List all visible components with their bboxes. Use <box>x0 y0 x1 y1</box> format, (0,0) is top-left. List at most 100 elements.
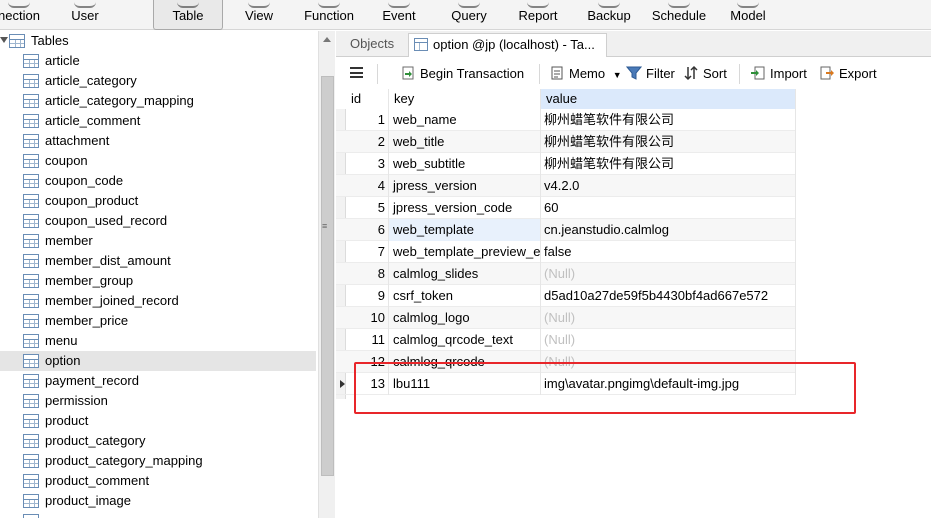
expand-arrow-icon[interactable] <box>0 37 8 43</box>
tree-item-table[interactable]: product_category_mapping <box>0 451 316 471</box>
toolbar-backup-button[interactable]: Backup <box>582 0 636 30</box>
toolbar-report-button[interactable]: Report <box>512 0 564 30</box>
memo-button[interactable]: Memo ▼ <box>549 64 622 84</box>
tree-item-table[interactable]: product_category <box>0 431 316 451</box>
table-row[interactable]: 11 calmlog_qrcode_text (Null) <box>336 329 796 351</box>
tree-item-table[interactable]: permission <box>0 391 316 411</box>
cell-id[interactable]: 1 <box>346 109 389 131</box>
cell-id[interactable]: 4 <box>346 175 389 197</box>
table-row[interactable]: 9 csrf_token d5ad10a27de59f5b4430bf4ad667e… <box>336 285 796 307</box>
cell-key[interactable]: web_name <box>389 109 541 131</box>
toolbar-view-button[interactable]: View <box>236 0 282 30</box>
cell-key[interactable]: web_title <box>389 131 541 153</box>
toolbar-query-button[interactable]: Query <box>446 0 492 30</box>
cell-value[interactable]: cn.jeanstudio.calmlog <box>541 219 796 241</box>
tab-objects[interactable]: Objects <box>342 33 402 57</box>
scroll-up-arrow-icon[interactable] <box>323 37 331 42</box>
column-header-value[interactable]: value <box>541 89 796 109</box>
tree-item-table[interactable]: article <box>0 51 316 71</box>
cell-value[interactable]: (Null) <box>541 329 796 351</box>
cell-id[interactable]: 11 <box>346 329 389 351</box>
tree-item-table[interactable]: member_price <box>0 311 316 331</box>
table-row[interactable]: 7 web_template_preview_en false <box>336 241 796 263</box>
cell-key[interactable]: calmlog_slides <box>389 263 541 285</box>
cell-id[interactable]: 10 <box>346 307 389 329</box>
cell-key[interactable]: calmlog_qrcode_text <box>389 329 541 351</box>
table-row[interactable]: 3 web_subtitle 柳州蜡笔软件有限公司 <box>336 153 796 175</box>
cell-value[interactable]: 柳州蜡笔软件有限公司 <box>541 109 796 131</box>
cell-id[interactable]: 8 <box>346 263 389 285</box>
cell-value[interactable]: (Null) <box>541 263 796 285</box>
tree-item-table[interactable]: article_category <box>0 71 316 91</box>
cell-id[interactable]: 9 <box>346 285 389 307</box>
tree-item-table[interactable]: coupon_code <box>0 171 316 191</box>
table-row[interactable]: 4 jpress_version v4.2.0 <box>336 175 796 197</box>
toolbar-schedule-button[interactable]: Schedule <box>648 0 710 30</box>
tree-item-table[interactable]: option <box>0 351 316 371</box>
tree-item-table[interactable]: coupon_used_record <box>0 211 316 231</box>
tree-item-table[interactable]: product <box>0 411 316 431</box>
cell-value[interactable]: d5ad10a27de59f5b4430bf4ad667e572 <box>541 285 796 307</box>
cell-key[interactable]: calmlog_logo <box>389 307 541 329</box>
table-row[interactable]: 1 web_name 柳州蜡笔软件有限公司 <box>336 109 796 131</box>
sort-button[interactable]: Sort <box>683 64 727 84</box>
navigation-scrollbar[interactable]: ≡ <box>318 31 335 518</box>
import-button[interactable]: Import <box>750 64 807 84</box>
cell-key[interactable]: csrf_token <box>389 285 541 307</box>
cell-value[interactable]: 柳州蜡笔软件有限公司 <box>541 153 796 175</box>
tree-item-table[interactable]: menu <box>0 331 316 351</box>
tree-item-table[interactable]: payment_record <box>0 371 316 391</box>
tab-option-table[interactable]: option @jp (localhost) - Ta... <box>408 33 607 57</box>
tree-item-table[interactable]: coupon_product <box>0 191 316 211</box>
export-button[interactable]: Export <box>819 64 877 84</box>
tree-node-tables[interactable]: Tables <box>0 31 316 51</box>
table-row[interactable]: 10 calmlog_logo (Null) <box>336 307 796 329</box>
scrollbar-thumb[interactable] <box>321 76 334 476</box>
toolbar-user-button[interactable]: User <box>62 0 108 30</box>
begin-transaction-button[interactable]: Begin Transaction <box>400 64 524 84</box>
tree-item-table[interactable]: product_image <box>0 491 316 511</box>
cell-value[interactable]: (Null) <box>541 307 796 329</box>
cell-key[interactable]: jpress_version <box>389 175 541 197</box>
toolbar-connection-button[interactable]: nection <box>0 0 46 30</box>
cell-id[interactable]: 6 <box>346 219 389 241</box>
tree-item-table[interactable]: coupon <box>0 151 316 171</box>
cell-value[interactable]: 60 <box>541 197 796 219</box>
tree-item-table[interactable]: attachment <box>0 131 316 151</box>
cell-key[interactable]: web_template <box>389 219 541 241</box>
column-header-id[interactable]: id <box>346 89 389 109</box>
export-icon <box>819 65 835 81</box>
tree-item-table[interactable]: member_dist_amount <box>0 251 316 271</box>
table-row[interactable]: 6 web_template cn.jeanstudio.calmlog <box>336 219 796 241</box>
dropdown-caret-icon[interactable]: ▼ <box>613 70 622 80</box>
tree-item-table[interactable] <box>0 511 316 518</box>
toolbar-function-button[interactable]: Function <box>298 0 360 30</box>
cell-id[interactable]: 3 <box>346 153 389 175</box>
table-row[interactable]: 5 jpress_version_code 60 <box>336 197 796 219</box>
cell-value[interactable]: false <box>541 241 796 263</box>
toolbar-table-button[interactable]: Table <box>153 0 223 30</box>
tree-item-table[interactable]: member_group <box>0 271 316 291</box>
table-row[interactable]: 8 calmlog_slides (Null) <box>336 263 796 285</box>
toolbar-event-button[interactable]: Event <box>376 0 422 30</box>
tree-item-table[interactable]: member_joined_record <box>0 291 316 311</box>
cell-id[interactable]: 7 <box>346 241 389 263</box>
cell-key[interactable]: web_subtitle <box>389 153 541 175</box>
cell-value[interactable]: v4.2.0 <box>541 175 796 197</box>
cell-key[interactable]: jpress_version_code <box>389 197 541 219</box>
table-icon <box>23 154 39 168</box>
cell-id[interactable]: 2 <box>346 131 389 153</box>
cell-value[interactable]: 柳州蜡笔软件有限公司 <box>541 131 796 153</box>
tree-item-table[interactable]: member <box>0 231 316 251</box>
table-row[interactable]: 2 web_title 柳州蜡笔软件有限公司 <box>336 131 796 153</box>
cell-key[interactable]: web_template_preview_en <box>389 241 541 263</box>
filter-button[interactable]: Filter <box>625 64 675 84</box>
tree-item-table[interactable]: article_comment <box>0 111 316 131</box>
tree-item-table[interactable]: article_category_mapping <box>0 91 316 111</box>
toolbar-model-button[interactable]: Model <box>724 0 772 30</box>
column-header-key[interactable]: key <box>389 89 541 109</box>
hamburger-menu-icon[interactable] <box>350 67 363 78</box>
tree-item-label: coupon_used_record <box>45 213 168 228</box>
cell-id[interactable]: 5 <box>346 197 389 219</box>
tree-item-table[interactable]: product_comment <box>0 471 316 491</box>
